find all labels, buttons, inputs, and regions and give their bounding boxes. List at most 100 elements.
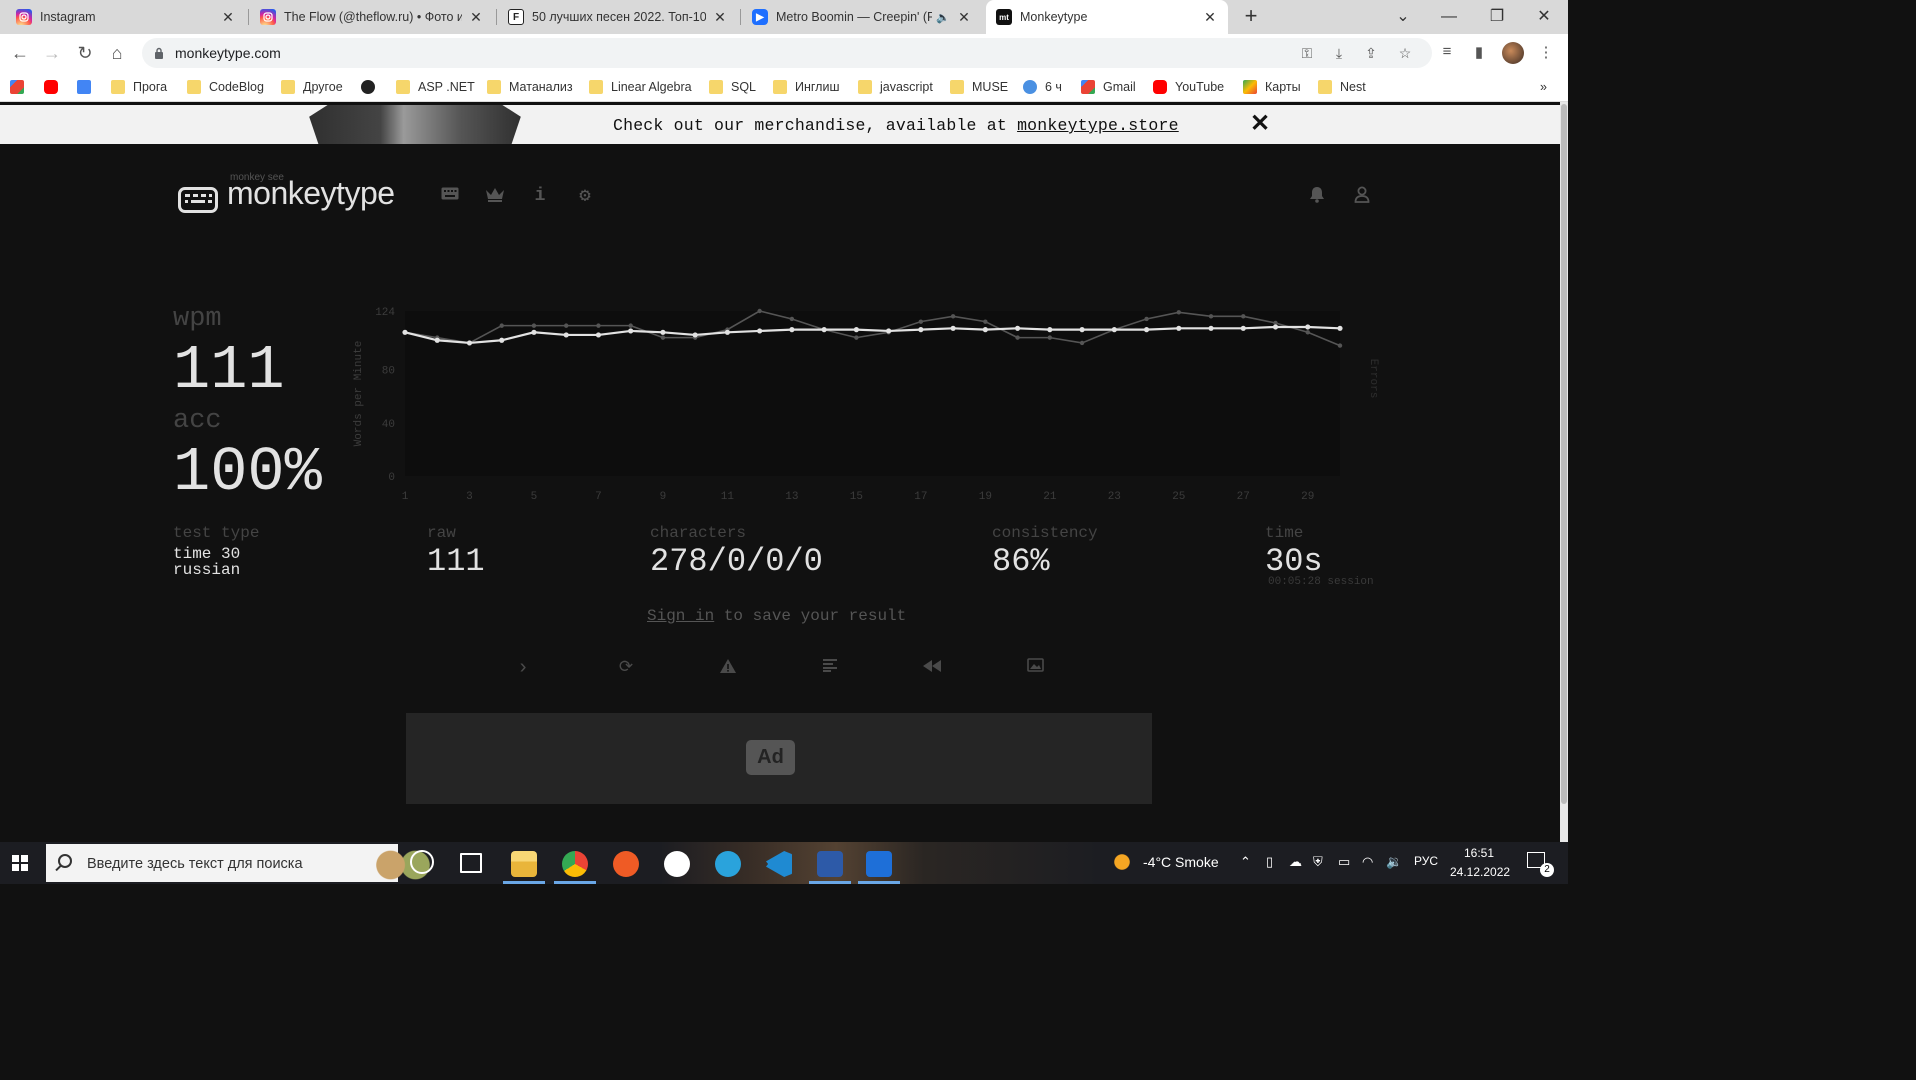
search-placeholder[interactable]: Введите здесь текст для поиска [87, 856, 303, 872]
file-explorer-icon[interactable] [503, 851, 545, 884]
lock-icon[interactable] [154, 47, 164, 59]
forward-icon[interactable]: → [40, 41, 64, 65]
show-hidden-icons-icon[interactable]: ⌃ [1240, 854, 1251, 870]
bookmark-youtube-labeled[interactable]: YouTube [1153, 77, 1224, 97]
bookmark-folder-javascript[interactable]: javascript [858, 77, 933, 97]
close-tab-icon[interactable]: ✕ [220, 9, 236, 26]
task-view-icon[interactable] [460, 853, 482, 873]
bookmark-folder-codeblog[interactable]: CodeBlog [187, 77, 264, 97]
bookmark-timer[interactable]: 6 ч [1023, 77, 1062, 97]
replay-icon[interactable] [921, 658, 943, 680]
bookmark-translate[interactable] [77, 77, 99, 97]
tab-metro-boomin[interactable]: ▶ Metro Boomin — Creepin' (F 🔈 ✕ [742, 0, 982, 34]
bookmarks-overflow-button[interactable]: » [1540, 77, 1547, 97]
bookmark-folder-aspnet[interactable]: ASP .NET [396, 77, 475, 97]
bell-icon[interactable] [1307, 186, 1327, 206]
tab-theflow-instagram[interactable]: The Flow (@theflow.ru) • Фото и ✕ [250, 0, 494, 34]
bookmark-folder-sql[interactable]: SQL [709, 77, 756, 97]
back-icon[interactable]: ← [8, 41, 32, 65]
words-history-icon[interactable] [819, 658, 841, 680]
windows-start-icon[interactable] [12, 855, 28, 871]
folder-icon [396, 80, 410, 94]
volume-icon[interactable]: 🔉 [1386, 854, 1402, 870]
info-icon[interactable]: i [530, 186, 550, 206]
clock-date[interactable]: 24.12.2022 [1450, 865, 1510, 879]
onedrive-icon[interactable]: ☁ [1289, 854, 1302, 870]
chrome-icon[interactable] [554, 851, 596, 884]
signin-link[interactable]: Sign in [647, 607, 714, 625]
taskbar-search[interactable]: Введите здесь текст для поиска [46, 844, 434, 882]
tab-monkeytype[interactable]: mt Monkeytype ✕ [986, 0, 1228, 34]
keyboard-icon[interactable] [440, 186, 460, 206]
reload-icon[interactable]: ↻ [73, 41, 97, 65]
bookmark-maps[interactable]: Карты [1243, 77, 1301, 97]
device-icon[interactable]: ▯ [1266, 854, 1273, 870]
new-tab-button[interactable]: + [1238, 4, 1264, 30]
banner-close-icon[interactable]: ✕ [1250, 112, 1270, 136]
bookmark-folder-nest[interactable]: Nest [1318, 77, 1366, 97]
store-link[interactable]: monkeytype.store [1017, 116, 1179, 135]
crown-icon[interactable] [485, 186, 505, 206]
tab-top-songs[interactable]: F 50 лучших песен 2022. Топ-10 ✕ [498, 0, 738, 34]
weather-text[interactable]: -4°C Smoke [1143, 854, 1219, 870]
screenshot-icon[interactable] [1024, 658, 1046, 680]
postman-icon[interactable] [613, 851, 639, 877]
tab-instagram[interactable]: Instagram ✕ [6, 0, 246, 34]
tab-search-icon[interactable]: ⌄ [1380, 0, 1426, 34]
telegram-icon[interactable] [715, 851, 741, 877]
advertisement[interactable]: Ad [406, 713, 1152, 804]
settings-icon[interactable]: ⚙ [575, 186, 595, 206]
bookmark-folder-drugoe[interactable]: Другое [281, 77, 343, 97]
restart-icon[interactable]: ⟳ [615, 658, 637, 680]
browser-tab-strip: Instagram ✕ The Flow (@theflow.ru) • Фот… [0, 0, 1568, 34]
close-tab-icon[interactable]: ✕ [956, 9, 972, 26]
bookmark-gmail-labeled[interactable]: Gmail [1081, 77, 1136, 97]
bookmark-github[interactable] [361, 77, 383, 97]
page-scrollbar[interactable] [1560, 102, 1568, 842]
url-text[interactable]: monkeytype.com [175, 45, 281, 61]
next-test-icon[interactable]: › [512, 658, 534, 680]
profile-avatar[interactable] [1502, 42, 1524, 64]
bookmark-folder-linear-algebra[interactable]: Linear Algebra [589, 77, 692, 97]
close-tab-icon[interactable]: ✕ [1202, 9, 1218, 26]
media-control-icon[interactable]: ≡ [1437, 43, 1457, 63]
wifi-icon[interactable]: ◠ [1362, 854, 1373, 870]
bookmark-folder-english[interactable]: Инглиш [773, 77, 839, 97]
notification-count: 2 [1540, 863, 1554, 877]
speaker-icon[interactable]: 🔈 [936, 11, 950, 24]
cortana-icon[interactable] [410, 850, 434, 874]
powershell-icon[interactable] [809, 851, 851, 884]
media-player-icon[interactable] [858, 851, 900, 884]
close-tab-icon[interactable]: ✕ [468, 9, 484, 26]
bookmark-star-icon[interactable]: ☆ [1396, 45, 1414, 61]
side-panel-icon[interactable]: ▮ [1469, 43, 1489, 63]
close-window-button[interactable]: ✕ [1521, 0, 1567, 34]
ad-badge: Ad [746, 740, 795, 775]
mongodb-icon[interactable] [664, 851, 690, 877]
scrollbar-thumb[interactable] [1561, 104, 1567, 804]
weather-icon[interactable] [1110, 851, 1134, 873]
clock-time[interactable]: 16:51 [1464, 846, 1494, 860]
key-icon[interactable]: ⚿ [1298, 45, 1316, 61]
bookmark-youtube[interactable] [44, 77, 66, 97]
bookmark-gmail[interactable] [10, 77, 32, 97]
close-tab-icon[interactable]: ✕ [712, 9, 728, 26]
chrome-menu-icon[interactable]: ⋮ [1536, 43, 1556, 63]
bookmark-folder-proga[interactable]: Прога [111, 77, 167, 97]
security-icon[interactable]: ⛨ [1313, 854, 1323, 870]
install-app-icon[interactable]: ⤓ [1330, 45, 1348, 61]
tab-separator [740, 9, 741, 25]
share-icon[interactable]: ⇪ [1362, 45, 1380, 61]
data-point-wpm [1014, 325, 1021, 331]
restore-button[interactable]: ❐ [1474, 0, 1520, 34]
language-indicator[interactable]: РУС [1414, 854, 1438, 868]
minimize-button[interactable]: — [1426, 0, 1472, 34]
bookmark-folder-matanaliz[interactable]: Матанализ [487, 77, 573, 97]
battery-icon[interactable]: ▭ [1338, 854, 1350, 870]
data-point-wpm [563, 332, 569, 338]
home-icon[interactable]: ⌂ [105, 41, 129, 65]
bookmark-folder-muse[interactable]: MUSE [950, 77, 1008, 97]
user-icon[interactable] [1352, 186, 1372, 206]
report-icon[interactable] [717, 658, 739, 680]
address-bar[interactable]: monkeytype.com ⚿ ⤓ ⇪ ☆ [142, 38, 1432, 68]
